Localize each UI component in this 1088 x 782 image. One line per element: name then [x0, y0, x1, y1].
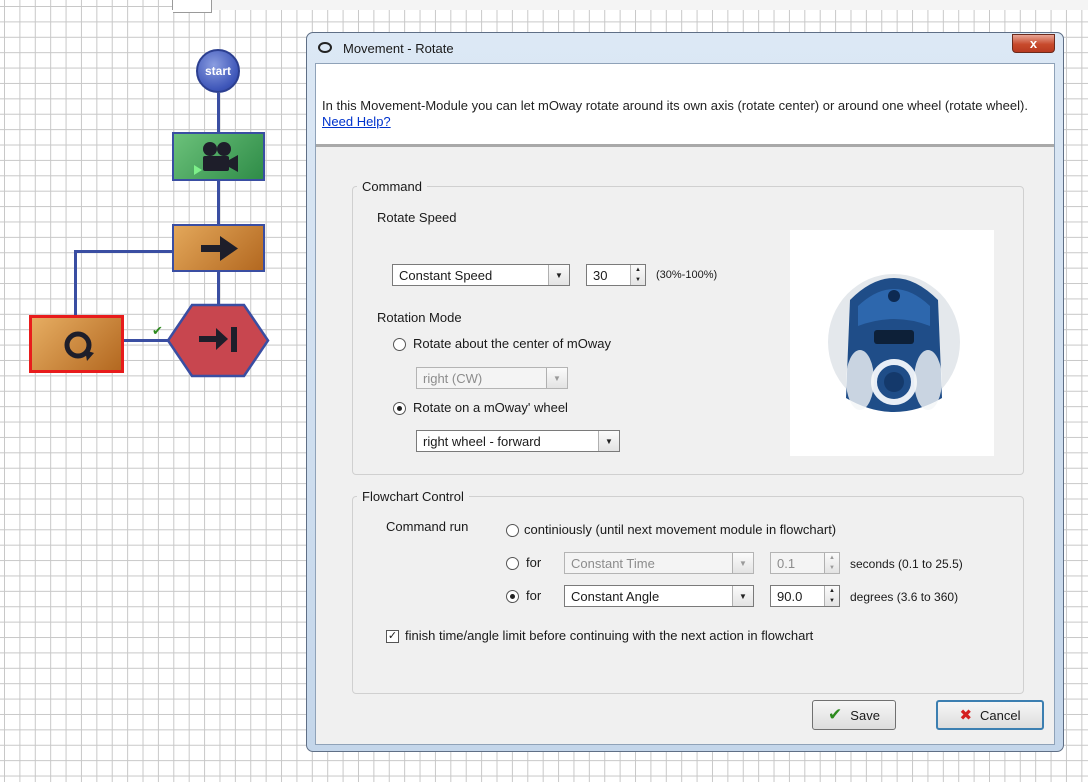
canvas-tab-lip	[173, 0, 212, 13]
continuously-radio[interactable]	[506, 524, 519, 537]
time-mode-value: Constant Time	[571, 556, 655, 571]
chevron-down-icon: ▼	[548, 265, 569, 285]
arrow-right-icon	[201, 236, 238, 261]
spinner-arrows-icon[interactable]: ▲ ▼	[630, 265, 645, 285]
angle-value: 90.0	[777, 589, 803, 604]
mouse-icon	[318, 42, 332, 53]
for-angle-label: for	[526, 588, 542, 603]
true-branch-check-icon: ✔	[152, 323, 163, 338]
close-x-icon: ✖	[959, 707, 973, 724]
moway-robot-image	[790, 230, 994, 456]
angle-unit-label: degrees (3.6 to 360)	[850, 590, 959, 604]
rotate-speed-label: Rotate Speed	[377, 210, 457, 225]
save-button[interactable]: ✔ Save	[812, 700, 896, 730]
help-link[interactable]: Need Help?	[322, 114, 391, 129]
finish-checkbox[interactable]: ✓	[386, 630, 399, 643]
close-button[interactable]: x	[1012, 34, 1055, 53]
angle-value-spinner[interactable]: 90.0 ▲ ▼	[770, 585, 840, 607]
close-icon: x	[1029, 36, 1038, 51]
speed-mode-value: Constant Speed	[399, 268, 493, 283]
time-mode-select: Constant Time ▼	[564, 552, 754, 574]
condition-hexagon-block[interactable]	[166, 303, 270, 378]
time-value-spinner: 0.1 ▲ ▼	[770, 552, 840, 574]
intro-text: In this Movement-Module you can let mOwa…	[322, 98, 1028, 113]
speed-value: 30	[593, 268, 608, 283]
for-angle-radio[interactable]	[506, 590, 519, 603]
command-legend: Command	[362, 179, 422, 194]
center-direction-select: right (CW) ▼	[416, 367, 568, 389]
rotate-icon	[64, 331, 94, 361]
time-unit-label: seconds (0.1 to 25.5)	[850, 557, 963, 571]
finish-checkbox-label: finish time/angle limit before continuin…	[405, 628, 814, 643]
connector-line	[74, 250, 77, 315]
wheel-direction-select[interactable]: right wheel - forward ▼	[416, 430, 620, 452]
connector-line	[74, 250, 172, 253]
move-straight-block[interactable]	[172, 224, 265, 272]
camera-icon	[194, 142, 238, 175]
connector-line	[217, 272, 220, 305]
angle-mode-value: Constant Angle	[571, 589, 660, 604]
dialog-client-area: In this Movement-Module you can let mOwa…	[315, 63, 1055, 745]
speed-range-label: (30%-100%)	[656, 269, 718, 281]
connector-line	[217, 181, 220, 224]
connector-line	[217, 93, 220, 132]
for-time-label: for	[526, 555, 542, 570]
center-direction-value: right (CW)	[423, 371, 483, 386]
rotation-mode-label: Rotation Mode	[377, 310, 462, 325]
for-time-radio[interactable]	[506, 557, 519, 570]
cancel-label: Cancel	[980, 707, 1021, 723]
start-node[interactable]: start	[196, 49, 240, 93]
speed-value-spinner[interactable]: 30 ▲ ▼	[586, 264, 646, 286]
flowchart-control-legend: Flowchart Control	[362, 489, 464, 504]
center-radio[interactable]	[393, 338, 406, 351]
chevron-down-icon: ▼	[598, 431, 619, 451]
connector-line	[124, 339, 168, 342]
cancel-button[interactable]: ✖ Cancel	[936, 700, 1044, 730]
camera-block[interactable]	[172, 132, 265, 181]
wheel-option-label: Rotate on a mOway' wheel	[413, 400, 568, 415]
canvas-top-strip	[172, 0, 1088, 13]
check-icon: ✔	[828, 705, 843, 724]
wheel-direction-value: right wheel - forward	[423, 434, 541, 449]
intro-panel: In this Movement-Module you can let mOwa…	[316, 64, 1054, 147]
chevron-down-icon: ▼	[732, 586, 753, 606]
start-label: start	[204, 64, 231, 78]
dialog-titlebar[interactable]: Movement - Rotate x	[307, 33, 1063, 63]
chevron-down-icon: ▼	[546, 368, 567, 388]
rotate-dialog: Movement - Rotate x In this Movement-Mod…	[306, 32, 1064, 752]
center-option-label: Rotate about the center of mOway	[413, 336, 611, 351]
wheel-radio[interactable]	[393, 402, 406, 415]
spinner-arrows-icon[interactable]: ▲ ▼	[824, 586, 839, 606]
spinner-arrows-icon: ▲ ▼	[824, 553, 839, 573]
chevron-down-icon: ▼	[732, 553, 753, 573]
save-label: Save	[850, 707, 880, 723]
angle-mode-select[interactable]: Constant Angle ▼	[564, 585, 754, 607]
speed-mode-select[interactable]: Constant Speed ▼	[392, 264, 570, 286]
dialog-title: Movement - Rotate	[343, 41, 454, 56]
time-value: 0.1	[777, 556, 796, 571]
continuously-label: continiously (until next movement module…	[524, 522, 837, 537]
rotate-block-selected[interactable]	[29, 315, 124, 373]
command-run-label: Command run	[386, 519, 469, 534]
